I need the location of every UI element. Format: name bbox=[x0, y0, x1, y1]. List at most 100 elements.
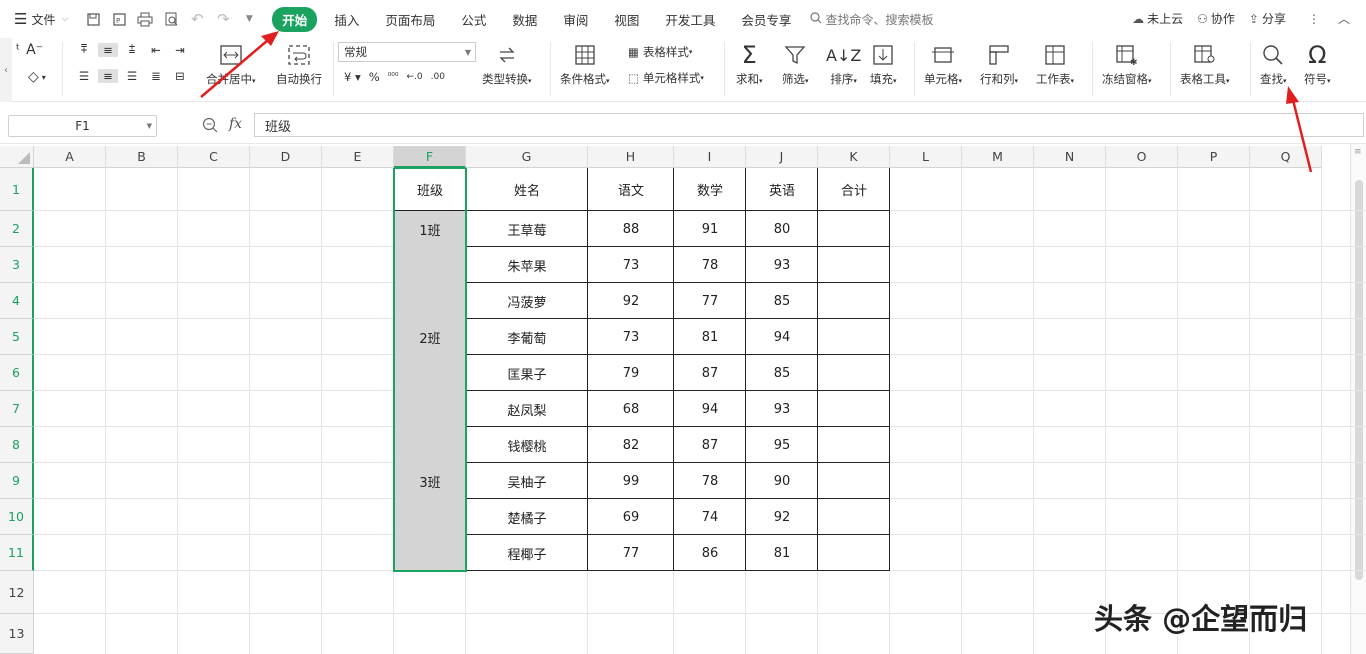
table-cell[interactable]: 77 bbox=[674, 283, 746, 319]
align-middle-icon[interactable]: ≡ bbox=[98, 42, 118, 57]
distributed-icon[interactable]: ⊟ bbox=[170, 69, 190, 83]
cloud-status[interactable]: 未上云 bbox=[1147, 10, 1183, 27]
column-header-p[interactable]: P bbox=[1178, 146, 1250, 168]
table-header-cell[interactable]: 语文 bbox=[588, 168, 674, 211]
tab-view[interactable]: 视图 bbox=[601, 10, 652, 29]
row-header-8[interactable]: 8 bbox=[0, 427, 34, 463]
align-right-icon[interactable]: ☰ bbox=[122, 69, 142, 83]
export-pdf-icon[interactable]: P bbox=[108, 8, 130, 30]
table-cell[interactable]: 90 bbox=[746, 463, 818, 499]
wrap-text-button[interactable]: 自动换行 bbox=[276, 42, 322, 87]
table-cell[interactable]: 冯菠萝 bbox=[466, 283, 588, 319]
clear-format-button[interactable]: ◇ ▾ bbox=[28, 69, 46, 85]
more-icon[interactable]: ⋮ bbox=[1308, 12, 1320, 26]
table-cell[interactable]: 69 bbox=[588, 499, 674, 535]
tab-review[interactable]: 审阅 bbox=[550, 10, 601, 29]
table-cell[interactable]: 85 bbox=[746, 355, 818, 391]
search-box[interactable]: 查找命令、搜索模板 bbox=[810, 11, 933, 28]
table-cell[interactable]: 80 bbox=[746, 211, 818, 247]
table-cell[interactable]: 78 bbox=[674, 247, 746, 283]
row-header-7[interactable]: 7 bbox=[0, 391, 34, 427]
tab-home[interactable]: 开始 bbox=[272, 6, 318, 32]
table-header-cell[interactable]: 班级 bbox=[394, 168, 466, 211]
freeze-panes-button[interactable]: ✱ 冻结窗格▾ bbox=[1102, 42, 1152, 87]
table-cell[interactable]: 78 bbox=[674, 463, 746, 499]
align-left-icon[interactable]: ☰ bbox=[74, 69, 94, 83]
column-header-m[interactable]: M bbox=[962, 146, 1034, 168]
table-cell[interactable]: 73 bbox=[588, 319, 674, 355]
table-cell[interactable]: 79 bbox=[588, 355, 674, 391]
tab-member[interactable]: 会员专享 bbox=[728, 10, 804, 29]
table-cell[interactable]: 68 bbox=[588, 391, 674, 427]
tab-insert[interactable]: 插入 bbox=[321, 10, 372, 29]
table-cell[interactable]: 钱樱桃 bbox=[466, 427, 588, 463]
sheet-button[interactable]: 工作表▾ bbox=[1036, 42, 1074, 87]
type-convert-button[interactable]: 类型转换▾ bbox=[482, 42, 532, 87]
table-cell[interactable]: 匡果子 bbox=[466, 355, 588, 391]
table-cell[interactable]: 81 bbox=[674, 319, 746, 355]
table-header-cell[interactable]: 英语 bbox=[746, 168, 818, 211]
table-tools-button[interactable]: 表格工具▾ bbox=[1180, 42, 1230, 87]
tab-page-layout[interactable]: 页面布局 bbox=[372, 10, 448, 29]
tab-developer[interactable]: 开发工具 bbox=[652, 10, 728, 29]
column-header-j[interactable]: J bbox=[746, 146, 818, 168]
percent-icon[interactable]: % bbox=[369, 70, 380, 84]
justify-icon[interactable]: ≣ bbox=[146, 69, 166, 83]
ribbon-scroll-left[interactable]: ‹ bbox=[0, 38, 12, 102]
select-all-corner[interactable] bbox=[0, 146, 34, 168]
table-cell[interactable]: 吴柚子 bbox=[466, 463, 588, 499]
table-cell[interactable]: 王草莓 bbox=[466, 211, 588, 247]
scroll-menu-icon[interactable]: ≡ bbox=[1354, 147, 1362, 157]
outdent-icon[interactable]: ⇤ bbox=[146, 43, 166, 57]
increase-font-icon[interactable]: A⁻ bbox=[26, 42, 43, 58]
column-header-o[interactable]: O bbox=[1106, 146, 1178, 168]
row-header-13[interactable]: 13 bbox=[0, 614, 34, 654]
print-icon[interactable] bbox=[134, 8, 156, 30]
align-bottom-icon[interactable]: ⩲ bbox=[122, 42, 142, 57]
table-cell[interactable]: 95 bbox=[746, 427, 818, 463]
cell-button[interactable]: 单元格▾ bbox=[924, 42, 962, 87]
share-button[interactable]: 分享 bbox=[1262, 10, 1286, 27]
merge-center-button[interactable]: 合并居中▾ bbox=[206, 42, 256, 87]
row-header-5[interactable]: 5 bbox=[0, 319, 34, 355]
column-header-e[interactable]: E bbox=[322, 146, 394, 168]
column-header-b[interactable]: B bbox=[106, 146, 178, 168]
sort-button[interactable]: A↓Z 排序▾ bbox=[826, 42, 861, 87]
cell-style-button[interactable]: ⬚ 单元格样式 ▾ bbox=[628, 70, 704, 86]
decrease-decimal-icon[interactable]: .00 bbox=[431, 72, 445, 82]
row-header-6[interactable]: 6 bbox=[0, 355, 34, 391]
fx-icon[interactable]: fx bbox=[229, 116, 242, 132]
save-icon[interactable] bbox=[82, 8, 104, 30]
table-cell[interactable]: 3班 bbox=[394, 463, 466, 499]
row-header-12[interactable]: 12 bbox=[0, 571, 34, 614]
vertical-scrollbar[interactable]: ≡ bbox=[1350, 144, 1366, 654]
table-style-button[interactable]: ▦ 表格样式 ▾ bbox=[628, 44, 692, 60]
indent-icon[interactable]: ⇥ bbox=[170, 43, 190, 57]
table-cell[interactable]: 81 bbox=[746, 535, 818, 571]
increase-decimal-icon[interactable]: ←.0 bbox=[407, 72, 423, 82]
table-cell[interactable]: 赵凤梨 bbox=[466, 391, 588, 427]
table-cell[interactable]: 楚橘子 bbox=[466, 499, 588, 535]
table-cell[interactable]: 85 bbox=[746, 283, 818, 319]
decrease-font-icon[interactable]: ᵗ bbox=[16, 42, 20, 58]
zoom-function-icon[interactable] bbox=[202, 117, 218, 136]
table-cell[interactable]: 李葡萄 bbox=[466, 319, 588, 355]
scroll-thumb[interactable] bbox=[1355, 180, 1363, 580]
table-cell[interactable]: 73 bbox=[588, 247, 674, 283]
tab-data[interactable]: 数据 bbox=[499, 10, 550, 29]
table-cell[interactable]: 77 bbox=[588, 535, 674, 571]
print-preview-icon[interactable] bbox=[160, 8, 182, 30]
sum-button[interactable]: Σ 求和▾ bbox=[736, 41, 763, 87]
column-header-h[interactable]: H bbox=[588, 146, 674, 168]
table-cell[interactable]: 94 bbox=[746, 319, 818, 355]
row-header-9[interactable]: 9 bbox=[0, 463, 34, 499]
collapse-ribbon-icon[interactable]: ︿ bbox=[1338, 10, 1350, 27]
table-cell[interactable]: 朱苹果 bbox=[466, 247, 588, 283]
table-cell[interactable]: 2班 bbox=[394, 319, 466, 355]
redo-icon[interactable]: ↷ bbox=[212, 8, 234, 30]
table-header-cell[interactable]: 姓名 bbox=[466, 168, 588, 211]
table-cell[interactable]: 程椰子 bbox=[466, 535, 588, 571]
table-cell[interactable]: 74 bbox=[674, 499, 746, 535]
formula-input[interactable]: 班级 bbox=[254, 113, 1364, 137]
table-header-cell[interactable]: 数学 bbox=[674, 168, 746, 211]
